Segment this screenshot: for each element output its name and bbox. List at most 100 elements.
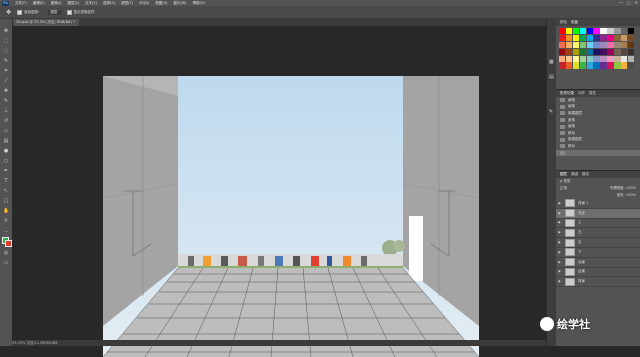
color-swatch[interactable] [565,28,573,35]
visibility-eye-icon[interactable]: ◉ [558,280,562,283]
color-swatch[interactable] [600,48,607,56]
quick-select-icon[interactable]: ✎ [3,59,9,64]
marquee-icon[interactable]: ⬚ [3,39,9,44]
healing-icon[interactable]: ✚ [3,89,9,94]
lasso-icon[interactable]: ◌ [3,49,9,54]
tab-actions[interactable]: 动作 [578,91,585,96]
layer-row[interactable]: ◉ 上 [556,218,640,229]
color-swatch[interactable] [579,62,587,69]
gradient-icon[interactable]: ▤ [3,139,9,144]
stamp-icon[interactable]: ⊥ [3,109,9,114]
panel-icon[interactable]: ▦ [549,59,554,65]
color-swatch[interactable] [607,34,614,42]
path-select-icon[interactable]: ↖ [3,189,9,194]
color-swatch[interactable] [627,34,635,42]
color-swatch[interactable] [600,28,607,35]
color-swatch[interactable] [621,34,628,42]
visibility-eye-icon[interactable]: ◉ [558,260,562,264]
target-select[interactable]: 图层 [47,9,61,15]
color-swatch[interactable] [559,55,566,62]
layer-row-selected[interactable]: ◉ 天空 [556,208,640,219]
eyedropper-icon[interactable]: ⁄ [3,79,9,84]
more-tools-icon[interactable]: … [3,229,9,234]
color-swatch[interactable] [600,41,607,49]
visibility-eye-icon[interactable]: ◉ [558,241,562,244]
color-swatch[interactable] [579,55,587,62]
color-swatch[interactable] [586,34,593,42]
tab-color[interactable]: 颜色 [560,20,567,25]
layer-row[interactable]: ◉ 背景 [556,277,640,288]
color-swatch[interactable] [572,55,580,62]
color-swatch[interactable] [600,55,607,62]
color-swatch[interactable] [572,34,580,42]
opacity-field[interactable]: 不透明度: 100% [610,185,636,192]
tab-paths[interactable]: 路径 [582,172,589,177]
menu-filter[interactable]: 滤镜(T) [121,1,133,6]
color-swatch[interactable] [621,48,628,56]
color-swatch[interactable] [607,55,614,62]
menu-select[interactable]: 选择(S) [103,1,115,6]
color-swatch[interactable] [627,48,635,56]
layer-row[interactable]: ◉ 背景 1 [556,199,640,209]
history-item[interactable]: 移动 [556,143,640,150]
quick-mask-icon[interactable]: ◎ [3,251,9,256]
menu-3d[interactable]: 3D(D) [139,1,149,5]
document-canvas[interactable] [103,76,479,357]
document-tab[interactable]: 3D.psd @ 33.3% (天空, RGB/8#) * [12,19,79,26]
color-swatch[interactable] [593,34,600,42]
color-swatch[interactable] [600,34,607,42]
canvas-area[interactable] [12,26,546,357]
color-swatch[interactable] [593,28,600,35]
color-swatch[interactable] [572,41,580,49]
visibility-eye-icon[interactable]: ◉ [558,250,562,254]
history-item[interactable]: 画笔 [556,117,640,124]
color-swatch[interactable] [559,34,566,42]
history-item[interactable]: 画笔 [556,104,640,111]
minimize-button[interactable]: — [619,0,623,5]
color-swatch[interactable] [579,28,587,35]
blur-icon[interactable]: ● [3,149,9,154]
color-swatch[interactable] [627,41,635,49]
color-swatch[interactable] [586,55,593,62]
menu-window[interactable]: 窗口(W) [173,1,186,6]
color-swatch[interactable] [621,55,628,62]
color-swatch[interactable] [572,62,580,69]
color-swatch[interactable] [607,48,614,56]
history-item[interactable]: 移动 [556,130,640,137]
color-swatch[interactable] [593,48,600,56]
color-swatch[interactable] [586,28,593,35]
auto-select-checkbox[interactable] [17,9,23,15]
color-swatch[interactable] [559,48,566,56]
color-swatch[interactable] [593,62,600,69]
menu-view[interactable]: 视图(V) [155,1,167,6]
color-swatch[interactable] [586,41,593,49]
maximize-button[interactable]: □ [627,0,631,5]
pen-icon[interactable]: ✒ [3,169,9,174]
transform-controls-checkbox[interactable] [66,9,72,15]
visibility-eye-icon[interactable]: ◉ [558,211,562,215]
color-swatch[interactable] [614,62,621,69]
history-brush-icon[interactable]: ↺ [3,119,9,124]
layer-row[interactable]: ◉ 下 [556,248,640,258]
screen-mode-icon[interactable]: ▭ [3,261,9,266]
color-swatch[interactable] [565,41,573,49]
color-swatch[interactable] [579,41,587,49]
color-swatch[interactable] [621,41,628,49]
color-swatch[interactable] [565,34,573,42]
color-swatch[interactable] [607,28,614,35]
history-item[interactable]: 画笔 [556,97,640,104]
move-tool-icon[interactable]: ✥ [6,9,11,16]
color-swatch[interactable] [565,62,573,69]
color-swatch[interactable] [565,48,573,56]
tab-properties[interactable]: 属性 [589,91,596,96]
layer-row[interactable]: ◉ 近景 [556,267,640,278]
panel-icon[interactable]: ▤ [549,74,554,80]
color-swatch[interactable] [621,62,628,69]
color-swatch[interactable] [559,41,566,49]
color-swatch[interactable] [614,28,621,35]
color-swatch[interactable] [572,48,580,56]
background-color-swatch[interactable] [5,240,12,247]
color-swatch[interactable] [614,55,621,62]
color-swatch[interactable] [627,28,635,35]
color-swatch[interactable] [607,62,614,69]
